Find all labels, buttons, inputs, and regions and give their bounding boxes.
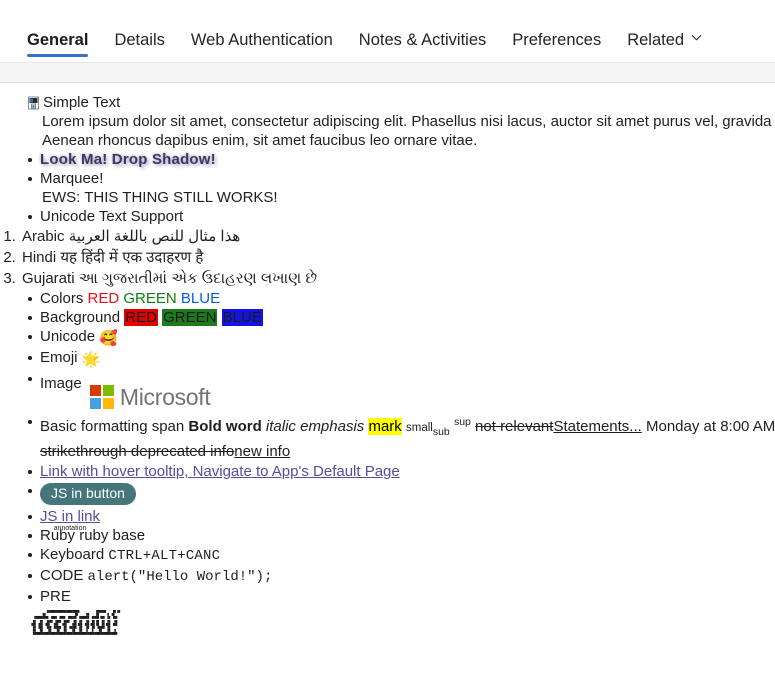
tab-details[interactable]: Details (101, 30, 177, 63)
microsoft-logo-icon: Microsoft (89, 382, 211, 412)
list-item-js-link[interactable]: annotation JS in link (28, 507, 775, 532)
mark-highlight: mark (368, 418, 402, 435)
colors-label: Colors (40, 290, 84, 307)
marquee-label: Marquee! (40, 170, 104, 187)
js-in-button[interactable]: JS in button (40, 483, 136, 505)
list-item-drop-shadow: Look Ma! Drop Shadow! (28, 150, 775, 169)
background-label: Background (40, 309, 121, 326)
time-text: Monday at 8:00 AM (645, 418, 775, 435)
superscript-text: sup (453, 416, 471, 428)
list-item-js-button[interactable]: JS in button (28, 481, 775, 507)
pre-label: PRE (40, 588, 71, 605)
list-item-hindi: Hindi यह हिंदी में एक उदाहरण है (20, 247, 775, 268)
tab-general-label: General (27, 30, 89, 49)
list-item-unicode-support: Unicode Text Support (28, 207, 775, 226)
tab-related-label: Related (627, 30, 685, 49)
hindi-sample-text: यह हिंदी में एक उदाहरण है (60, 249, 204, 266)
drop-shadow-text: Look Ma! Drop Shadow! (40, 151, 216, 168)
formatting-line-1: Basic formatting span Bold word italic e… (40, 412, 775, 442)
color-red-text: RED (87, 290, 120, 307)
lorem-line-1: Lorem ipsum dolor sit amet, consectetur … (42, 113, 775, 130)
gujarati-sample-text: આ ગુજરાતીમાં એક ઉદાહરણ લખાણ છે (78, 270, 318, 287)
keyboard-label: Keyboard (40, 546, 105, 563)
default-page-link[interactable]: Link with hover tooltip, Navigate to App… (40, 463, 400, 480)
main-content: Simple Text Lorem ipsum dolor sit amet, … (0, 83, 775, 688)
tab-bar: General Details Web Authentication Notes… (0, 0, 775, 62)
list-item-colors: Colors RED GREEN BLUE (28, 289, 775, 308)
pre-ascii-art: ███████████████████████ ███████ ██ ██ ██… (31, 610, 121, 636)
abbreviation-text: Statements... (553, 418, 642, 435)
simple-text-label: Simple Text (43, 94, 121, 111)
background-red-text: RED (124, 309, 158, 326)
color-blue-text: BLUE (180, 290, 221, 307)
background-blue-text: BLUE (221, 309, 263, 326)
tab-details-label: Details (114, 30, 165, 49)
list-item-link[interactable]: Link with hover tooltip, Navigate to App… (28, 462, 775, 481)
gujarati-lang-label: Gujarati (22, 270, 75, 287)
bold-word: Bold word (188, 418, 262, 435)
tab-general[interactable]: General (14, 30, 101, 63)
list-item-basic-formatting: Basic formatting span Bold word italic e… (28, 412, 775, 462)
list-item-unicode-emoji: Unicode 🥰 (28, 327, 775, 348)
tab-web-authentication-label: Web Authentication (190, 30, 333, 49)
tab-preferences[interactable]: Preferences (499, 30, 614, 63)
lorem-line-2: Aenean rhoncus dapibus enim, sit amet fa… (42, 132, 478, 149)
tab-notes-activities-label: Notes & Activities (358, 30, 487, 49)
list-item-pre: PRE (28, 587, 775, 606)
toolbar-strip (0, 63, 775, 83)
image-label: Image (40, 375, 82, 392)
list-item-emoji: Emoji 🌟 (28, 348, 775, 369)
deleted-text: not relevant (475, 418, 554, 435)
list-item-background: Background RED GREEN BLUE (28, 308, 775, 327)
unicode-emoji-label: Unicode (40, 328, 96, 345)
formatting-prefix: Basic formatting span (40, 418, 185, 435)
marquee-text: EWS: THIS THING STILL WORKS! (42, 189, 278, 206)
keyboard-keys: CTRL+ALT+CANC (108, 548, 221, 564)
strikethrough-text: strikethrough deprecated info (40, 443, 235, 460)
chevron-down-icon (691, 32, 702, 43)
emoji-label: Emoji (40, 349, 78, 366)
list-item-marquee: Marquee! EWS: THIS THING STILL WORKS! (28, 169, 775, 207)
tab-notes-activities[interactable]: Notes & Activities (346, 30, 499, 63)
pre-block-wrapper: ███████████████████████ ███████ ██ ██ ██… (0, 610, 775, 688)
hindi-lang-label: Hindi (22, 249, 57, 266)
smiling-face-emoji: 🥰 (99, 330, 118, 347)
small-text: small (405, 422, 433, 434)
ruby-label: Ruby (40, 527, 76, 544)
arabic-sample-text: هذا مثال للنص باللغة العربية (68, 228, 241, 245)
subscript-text: sub (432, 426, 450, 438)
list-item-arabic: Arabic هذا مثال للنص باللغة العربية (20, 226, 775, 247)
tab-web-authentication[interactable]: Web Authentication (178, 30, 346, 63)
star-emoji: 🌟 (81, 351, 101, 368)
inserted-text: new info (234, 443, 291, 460)
code-snippet: alert("Hello World!"); (87, 569, 273, 585)
unicode-support-label: Unicode Text Support (40, 208, 184, 225)
italic-emphasis: italic emphasis (265, 418, 365, 435)
ruby-base-text: ruby base (79, 527, 146, 544)
microsoft-squares (89, 385, 114, 409)
microsoft-wordmark: Microsoft (119, 384, 211, 410)
color-green-text: GREEN (123, 290, 177, 307)
tab-preferences-label: Preferences (512, 30, 602, 49)
list-item-image: Image Microsoft (28, 369, 775, 412)
background-green-text: GREEN (162, 309, 218, 326)
code-label: CODE (40, 567, 84, 584)
list-item-ruby: Ruby ruby base (28, 526, 775, 545)
formatting-line-2: strikethrough deprecated infonew info (40, 442, 775, 462)
broken-image-icon (27, 96, 40, 110)
tab-related[interactable]: Related (614, 30, 715, 63)
unicode-examples-list: Arabic هذا مثال للنص باللغة العربية Hind… (0, 226, 775, 289)
list-item-simple-text: Simple Text Lorem ipsum dolor sit amet, … (28, 93, 775, 150)
content-list-2: Colors RED GREEN BLUE Background RED GRE… (0, 289, 775, 606)
arabic-lang-label: Arabic (22, 228, 65, 245)
list-item-gujarati: Gujarati આ ગુજરાતીમાં એક ઉદાહરણ લખાણ છે (20, 268, 775, 289)
js-link-ruby-wrapper[interactable]: annotation JS in link (40, 507, 100, 532)
list-item-code: CODE alert("Hello World!"); (28, 566, 775, 587)
list-item-keyboard: Keyboard CTRL+ALT+CANC (28, 545, 775, 566)
content-list: Simple Text Lorem ipsum dolor sit amet, … (0, 93, 775, 226)
